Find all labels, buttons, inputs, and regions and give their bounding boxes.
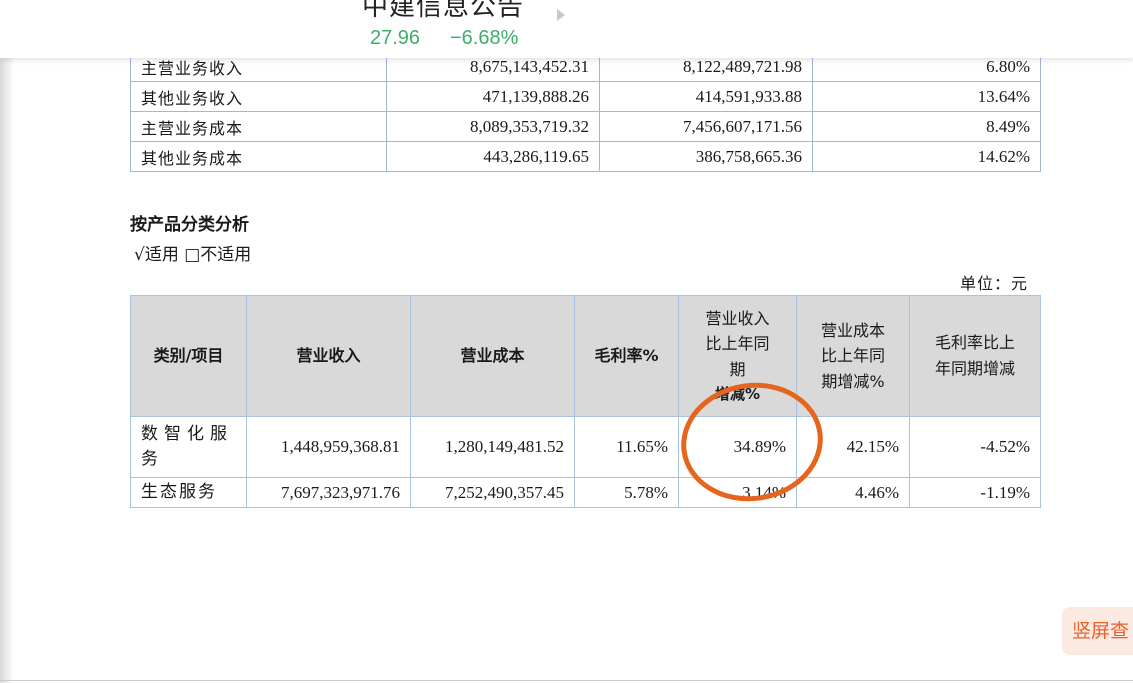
cost-change-cell: 4.46%: [796, 477, 910, 508]
header-line: 期增减%: [821, 371, 885, 391]
table-row: 主营业务成本 8,089,353,719.32 7,456,607,171.56…: [130, 111, 1041, 142]
margin-change-cell: -1.19%: [909, 477, 1041, 508]
vertical-view-button[interactable]: 竖屏查: [1062, 607, 1133, 655]
revenue-cell: 7,697,323,971.76: [246, 477, 411, 508]
header-line: 营业收入: [705, 308, 770, 328]
header-margin-change: 毛利率比上 年同期增减: [909, 295, 1041, 417]
table-row: 其他业务收入 471,139,888.26 414,591,933.88 13.…: [130, 81, 1041, 112]
change-value: 13.64%: [812, 81, 1041, 112]
row-label: 其他业务收入: [130, 81, 387, 112]
divider: [0, 680, 1133, 681]
product-category-table: 类别/项目 营业收入 营业成本 毛利率% 营业收入 比上年同 期 增减% 营业成…: [130, 295, 1041, 508]
table-row: 生态服务 7,697,323,971.76 7,252,490,357.45 5…: [130, 477, 1041, 508]
previous-value: 386,758,665.36: [599, 141, 813, 172]
expand-arrow-icon[interactable]: [557, 9, 565, 21]
previous-value: 7,456,607,171.56: [599, 111, 813, 142]
stock-header: 中建信息公告 27.96 −6.68%: [0, 0, 1133, 58]
stock-change: −6.68%: [450, 27, 519, 49]
cost-cell: 7,252,490,357.45: [410, 477, 575, 508]
row-label: 其他业务成本: [130, 141, 387, 172]
cost-cell: 1,280,149,481.52: [410, 416, 575, 478]
stock-title[interactable]: 中建信息公告: [362, 0, 524, 23]
table-header-row: 类别/项目 营业收入 营业成本 毛利率% 营业收入 比上年同 期 增减% 营业成…: [130, 295, 1041, 417]
margin-change-cell: -4.52%: [909, 416, 1041, 478]
margin-cell: 5.78%: [574, 477, 679, 508]
change-value: 8.49%: [812, 111, 1041, 142]
header-revenue: 营业收入: [246, 295, 411, 417]
category-line: 数智化服: [141, 423, 233, 444]
category-cell: 生态服务: [130, 477, 247, 508]
current-value: 443,286,119.65: [386, 141, 600, 172]
unit-label: 单位：元: [960, 274, 1029, 293]
page-edge-shadow: [0, 0, 14, 683]
header-line: 毛利率比上: [934, 333, 1015, 353]
header-line: 比上年同: [820, 346, 885, 366]
margin-cell: 11.65%: [574, 416, 679, 478]
header-category: 类别/项目: [130, 295, 247, 417]
change-value: 14.62%: [812, 141, 1041, 172]
header-margin: 毛利率%: [574, 295, 679, 417]
previous-value: 414,591,933.88: [599, 81, 813, 112]
business-summary-table: 主营业务收入 8,675,143,452.31 8,122,489,721.98…: [130, 51, 1041, 172]
header-line: 年同期增减: [934, 359, 1015, 378]
header-cost-change: 营业成本 比上年同 期增减%: [796, 295, 910, 417]
current-value: 8,089,353,719.32: [386, 111, 600, 142]
header-cost: 营业成本: [410, 295, 575, 417]
revenue-cell: 1,448,959,368.81: [246, 416, 411, 478]
current-value: 471,139,888.26: [386, 81, 600, 112]
category-line: 务: [141, 449, 164, 469]
header-line: 比上年同: [705, 334, 770, 354]
header-line: 期: [729, 359, 746, 379]
section-title: 按产品分类分析: [130, 215, 249, 235]
header-line: 营业成本: [820, 320, 885, 340]
applicable-checkbox-text: √适用 □不适用: [134, 245, 252, 265]
row-label: 主营业务成本: [130, 111, 387, 142]
table-row: 数智化服 务 1,448,959,368.81 1,280,149,481.52…: [130, 416, 1041, 478]
category-cell: 数智化服 务: [130, 416, 247, 478]
stock-price: 27.96: [370, 27, 421, 49]
table-row: 其他业务成本 443,286,119.65 386,758,665.36 14.…: [130, 141, 1041, 172]
